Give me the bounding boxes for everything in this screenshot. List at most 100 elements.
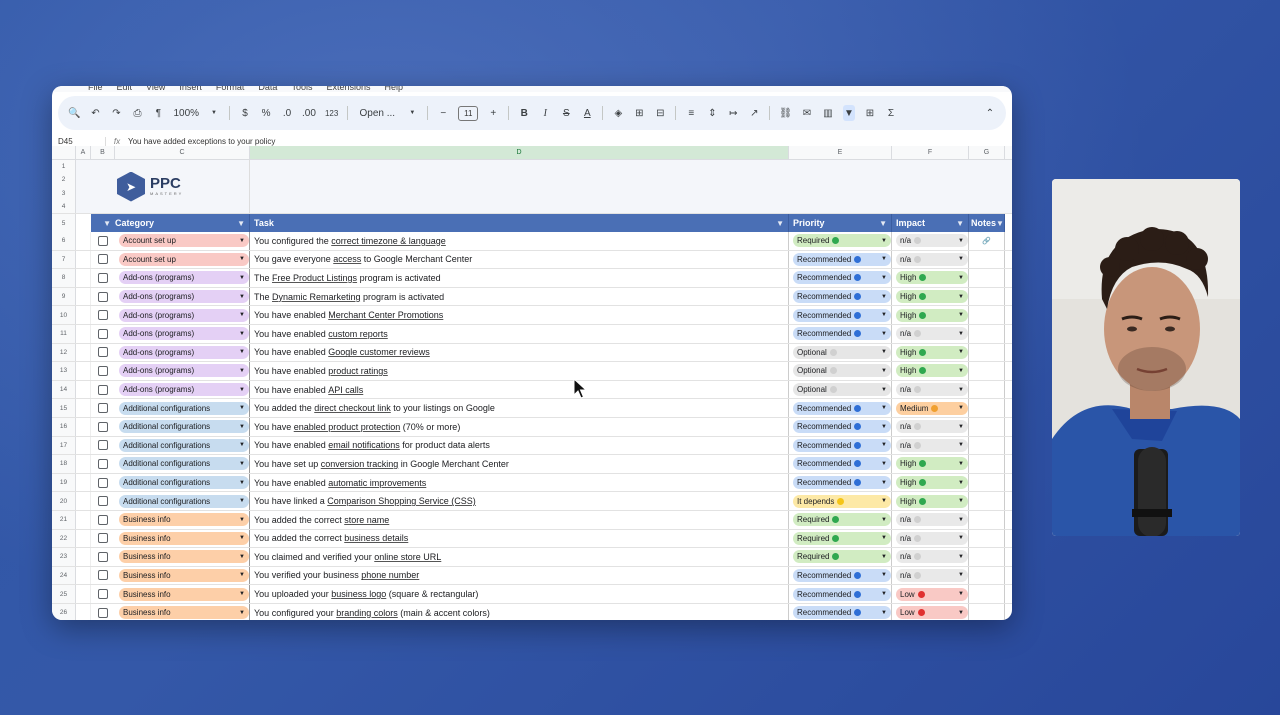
priority-cell[interactable]: Recommended ▼ [789, 417, 892, 436]
impact-cell[interactable]: Low ▼ [892, 603, 969, 620]
decrease-font-size-button[interactable]: − [437, 105, 449, 121]
task-link[interactable]: Google customer reviews [328, 347, 430, 357]
priority-cell[interactable]: Recommended ▼ [789, 585, 892, 603]
priority-cell[interactable]: It depends ▼ [789, 492, 892, 510]
impact-chip[interactable]: High ▼ [896, 494, 968, 508]
fill-color-icon[interactable]: ◈ [612, 105, 624, 121]
task-cell[interactable]: You have enabled product ratings [250, 362, 789, 380]
category-chip[interactable]: Additional configurations ▼ [119, 457, 249, 471]
impact-cell[interactable]: n/a ▼ [892, 232, 969, 250]
task-checkbox[interactable] [98, 365, 108, 376]
impact-chip[interactable]: High ▼ [896, 308, 968, 322]
menu-item-format[interactable]: Format [216, 86, 245, 92]
impact-cell[interactable]: n/a ▼ [892, 417, 969, 436]
collapse-toolbar-icon[interactable]: ⌃ [984, 105, 996, 121]
borders-icon[interactable]: ⊞ [633, 105, 645, 121]
filter-icon[interactable]: ▼ [237, 219, 245, 228]
task-cell[interactable]: You uploaded your business logo (square … [250, 585, 789, 603]
task-link[interactable]: email notifications [328, 440, 400, 450]
category-chip[interactable]: Add-ons (programs) ▼ [119, 345, 249, 359]
category-chip[interactable]: Add-ons (programs) ▼ [119, 308, 249, 322]
notes-cell[interactable] [969, 380, 1005, 399]
priority-cell[interactable]: Required ▼ [789, 529, 892, 548]
priority-cell[interactable]: Recommended ▼ [789, 603, 892, 620]
task-link[interactable]: business logo [331, 589, 386, 599]
impact-chip[interactable]: n/a ▼ [896, 438, 968, 452]
text-color-icon[interactable]: A [581, 105, 593, 121]
priority-chip[interactable]: Optional ▼ [793, 364, 891, 378]
impact-cell[interactable]: High ▼ [892, 343, 969, 362]
strikethrough-icon[interactable]: S [560, 105, 572, 121]
column-header-f[interactable]: F [892, 146, 969, 159]
notes-cell[interactable] [969, 436, 1005, 455]
impact-chip[interactable]: n/a ▼ [896, 568, 968, 582]
undo-icon[interactable]: ↶ [89, 105, 101, 121]
priority-chip[interactable]: Recommended ▼ [793, 568, 891, 582]
category-cell[interactable]: Business info ▼ [115, 566, 250, 585]
impact-chip[interactable]: n/a ▼ [896, 420, 968, 434]
impact-cell[interactable]: n/a ▼ [892, 566, 969, 585]
impact-cell[interactable]: n/a ▼ [892, 529, 969, 548]
task-link[interactable]: conversion tracking [321, 459, 399, 469]
impact-chip[interactable]: High ▼ [896, 290, 968, 304]
filter-icon[interactable]: ▼ [103, 219, 111, 228]
functions-icon[interactable]: Σ [885, 105, 897, 121]
task-checkbox[interactable] [98, 328, 108, 339]
category-chip[interactable]: Add-ons (programs) ▼ [119, 271, 249, 285]
row-number[interactable]: 9 [52, 287, 76, 306]
column-header-e[interactable]: E [789, 146, 892, 159]
impact-cell[interactable]: High ▼ [892, 473, 969, 492]
task-checkbox[interactable] [98, 310, 108, 321]
row-number[interactable]: 22 [52, 529, 76, 548]
impact-chip[interactable]: n/a ▼ [896, 234, 968, 248]
filter-views-icon[interactable]: ⊞ [864, 105, 876, 121]
category-chip[interactable]: Add-ons (programs) ▼ [119, 327, 249, 341]
task-checkbox[interactable] [98, 533, 108, 544]
category-chip[interactable]: Add-ons (programs) ▼ [119, 383, 249, 397]
notes-cell[interactable] [969, 529, 1005, 548]
task-cell[interactable]: You have enabled product protection (70%… [250, 417, 789, 436]
task-link[interactable]: enabled product protection [294, 422, 401, 432]
priority-chip[interactable]: Recommended ▼ [793, 308, 891, 322]
row-number[interactable]: 7 [52, 250, 76, 269]
notes-cell[interactable] [969, 473, 1005, 492]
row-number[interactable]: 17 [52, 436, 76, 455]
impact-cell[interactable]: High ▼ [892, 306, 969, 324]
task-link[interactable]: Merchant Center Promotions [328, 310, 443, 320]
impact-chip[interactable]: High ▼ [896, 271, 968, 285]
task-cell[interactable]: The Free Product Listings program is act… [250, 269, 789, 287]
row-number[interactable]: 14 [52, 380, 76, 399]
paint-format-icon[interactable]: ¶ [152, 105, 164, 121]
row-number[interactable]: 25 [52, 585, 76, 603]
menu-item-data[interactable]: Data [258, 86, 277, 92]
impact-chip[interactable]: n/a ▼ [896, 513, 968, 527]
notes-cell[interactable]: 🔗 [969, 232, 1005, 250]
task-checkbox[interactable] [98, 272, 108, 283]
priority-cell[interactable]: Recommended ▼ [789, 566, 892, 585]
category-cell[interactable]: Business info ▼ [115, 603, 250, 620]
priority-chip[interactable]: Recommended ▼ [793, 290, 891, 304]
impact-chip[interactable]: n/a ▼ [896, 252, 968, 266]
row-number[interactable]: 13 [52, 362, 76, 380]
task-link[interactable]: phone number [361, 570, 419, 580]
column-header-a[interactable]: A [76, 146, 91, 159]
task-checkbox[interactable] [98, 440, 108, 451]
task-cell[interactable]: You have enabled Merchant Center Promoti… [250, 306, 789, 324]
notes-cell[interactable] [969, 269, 1005, 287]
filter-icon[interactable]: ▼ [996, 219, 1004, 228]
category-cell[interactable]: Business info ▼ [115, 510, 250, 529]
font-size-input[interactable]: 11 [458, 105, 479, 121]
impact-cell[interactable]: High ▼ [892, 455, 969, 473]
zoom-select[interactable]: 100% [173, 105, 199, 121]
impact-chip[interactable]: Low ▼ [896, 606, 968, 620]
priority-cell[interactable]: Required ▼ [789, 510, 892, 529]
link-icon[interactable]: 🔗 [982, 237, 991, 245]
row-number[interactable]: 20 [52, 492, 76, 510]
notes-cell[interactable] [969, 566, 1005, 585]
menu-item-file[interactable]: File [88, 86, 103, 92]
task-checkbox[interactable] [98, 458, 108, 469]
task-link[interactable]: automatic improvements [328, 478, 426, 488]
increase-decimal-button[interactable]: .00 [302, 105, 316, 121]
impact-cell[interactable]: n/a ▼ [892, 380, 969, 399]
category-chip[interactable]: Additional configurations ▼ [119, 420, 249, 434]
